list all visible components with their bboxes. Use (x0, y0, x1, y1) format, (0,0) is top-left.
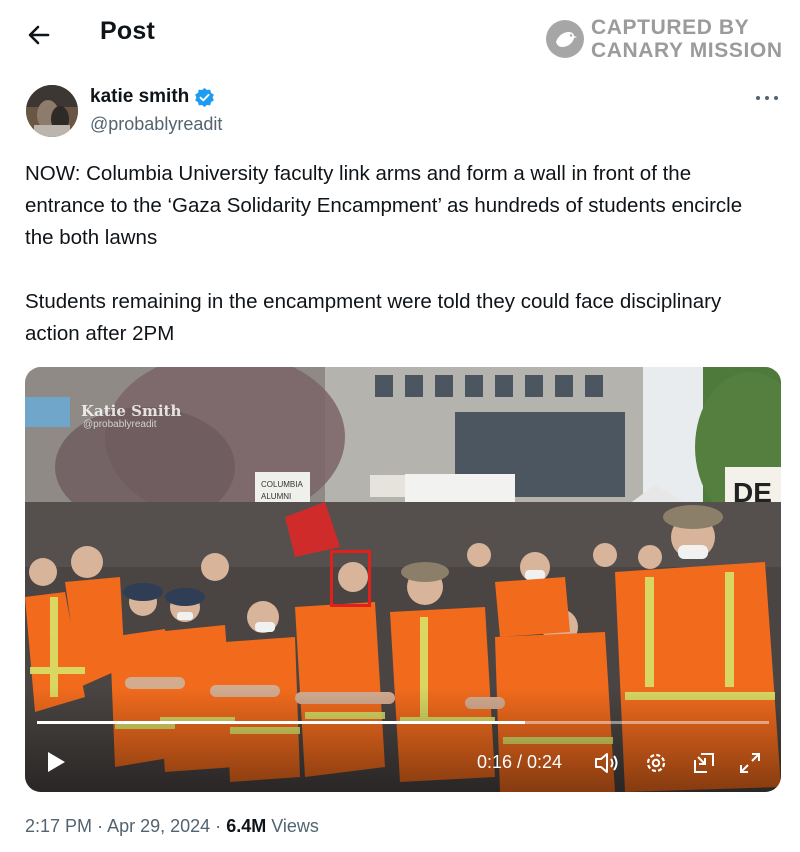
author-name[interactable]: katie smith (90, 86, 189, 108)
video-time: 0:16 / 0:24 (477, 752, 563, 772)
progress-fill (37, 721, 526, 724)
tweet-paragraph: Students remaining in the encampment wer… (25, 290, 722, 345)
video-watermark-name: Katie Smith (81, 402, 182, 420)
avatar[interactable] (26, 85, 78, 137)
verified-badge-icon (195, 87, 215, 107)
highlight-box (330, 550, 371, 607)
back-button[interactable] (22, 18, 56, 52)
tweet-paragraph: NOW: Columbia University faculty link ar… (25, 162, 743, 249)
picture-in-picture-icon (694, 753, 714, 773)
play-icon (48, 752, 65, 772)
play-button[interactable] (43, 749, 69, 775)
protest-sign-text: ALUMNI (261, 492, 291, 501)
tweet-text: NOW: Columbia University faculty link ar… (25, 158, 775, 350)
watermark-line1: CAPTURED BY (591, 16, 750, 39)
post-meta: 2:17 PM · Apr 29, 2024 · 6.4M Views (25, 816, 319, 837)
arrow-left-icon (28, 25, 50, 45)
more-options-button[interactable] (752, 86, 782, 110)
video-frame: COLUMBIA ALUMNI SUPPORT DE EE (25, 367, 781, 792)
canary-bird-icon (546, 20, 584, 58)
page-title: Post (100, 17, 155, 45)
gear-icon (646, 753, 666, 773)
post-date[interactable]: Apr 29, 2024 (107, 816, 210, 836)
volume-button[interactable] (593, 750, 621, 776)
video-watermark-handle: @probablyreadit (83, 419, 157, 430)
views-label: Views (271, 816, 319, 836)
progress-bar[interactable] (37, 721, 769, 724)
post-time[interactable]: 2:17 PM (25, 816, 92, 836)
top-bar: Post CAPTURED BY CANARY MISSION (0, 0, 800, 70)
settings-button[interactable] (643, 750, 669, 776)
meta-separator: · (97, 816, 104, 836)
picture-in-picture-button[interactable] (691, 750, 717, 776)
fullscreen-icon (740, 753, 760, 773)
watermark-line2: CANARY MISSION (591, 39, 783, 62)
fullscreen-button[interactable] (737, 750, 763, 776)
video-player[interactable]: COLUMBIA ALUMNI SUPPORT DE EE (25, 367, 781, 792)
meta-separator: · (215, 816, 222, 836)
views-count: 6.4M (226, 816, 267, 836)
author-handle[interactable]: @probablyreadit (90, 114, 222, 135)
volume-icon (595, 753, 618, 773)
protest-sign-text: COLUMBIA (261, 480, 303, 489)
